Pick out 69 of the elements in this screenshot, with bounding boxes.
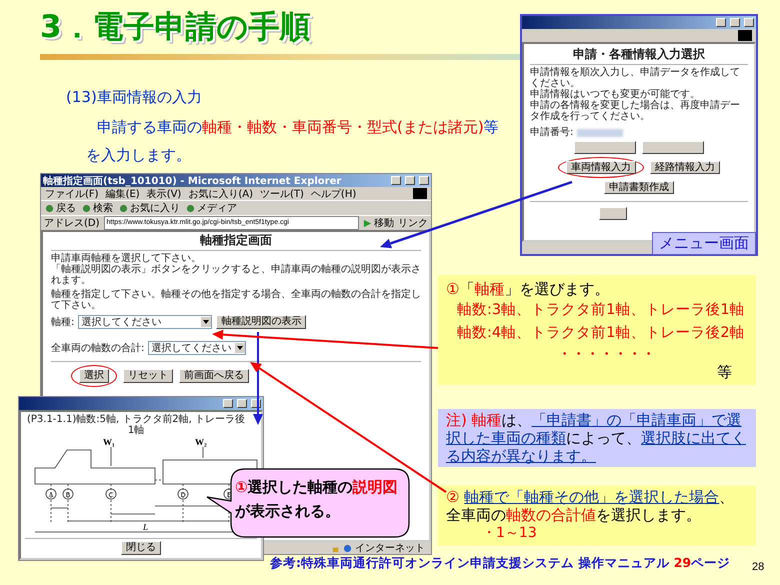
links-label[interactable]: リンク — [398, 216, 428, 230]
weight-label: W₂ — [195, 437, 207, 447]
field-label: 軸種: — [51, 316, 74, 328]
window-button[interactable] — [642, 141, 704, 154]
menu-item[interactable]: ツール(T) — [260, 186, 304, 200]
section-heading: (13)車両情報の入力 — [66, 88, 202, 107]
length-label: L — [143, 522, 148, 532]
address-label: アドレス(D) — [44, 217, 100, 230]
field-label: 申請番号: — [530, 127, 574, 138]
range-text: ・1～13 — [481, 524, 538, 542]
window-button[interactable]: 車両情報入力 — [566, 161, 636, 174]
status-text: インターネット — [355, 542, 425, 555]
etc-text: 等 — [716, 363, 733, 382]
menu-item[interactable]: 表示(V) — [146, 186, 182, 200]
callout-heading: ①「軸種」を選びます。 — [446, 280, 610, 299]
example-text: 軸数:3軸、トラクタ前1軸、トレーラ後1軸 — [456, 301, 746, 320]
page-heading: 軸種指定画面 — [199, 235, 273, 246]
window-button[interactable]: 軸種説明図の表示 — [216, 315, 306, 329]
logo-icon — [738, 30, 752, 41]
toolbar-button[interactable]: 戻る — [45, 201, 76, 215]
window-button[interactable]: 申請書類作成 — [604, 181, 674, 194]
menu-item[interactable]: 編集(E) — [106, 186, 140, 200]
instruction-text: 申請の各情報を変更した場合は、再度申請データ作成を行ってください。 — [530, 100, 741, 122]
window-button[interactable] — [574, 141, 636, 154]
menu-item[interactable]: ファイル(F) — [45, 186, 99, 200]
example-text: 軸数:4軸、トラクタ前1軸、トレーラ後2軸 — [456, 324, 746, 343]
blurred-number — [577, 128, 624, 136]
instruction-text: 申請車両軸種を選択して下さい。 — [51, 253, 202, 264]
callout-text: ② 軸種で「軸種その他」を選択した場合、全車両の軸数の合計値を選択します。 — [446, 488, 736, 524]
dropdown[interactable]: 選択してください — [148, 341, 246, 355]
intro-text: 申請する車両の軸種・軸数・車両番号・型式(または諸元)等を入力します。 — [86, 117, 500, 166]
instruction-text: 申請情報はいつでも変更が可能です。 — [530, 89, 700, 100]
go-button[interactable]: 移動 — [363, 216, 394, 230]
field-label: 全車両の軸数の合計: — [51, 342, 144, 354]
diagram-caption: (P3.1-1.1)軸数:5軸, トラクタ前2軸, トレーラ後1軸 — [26, 414, 246, 436]
weight-label: W₁ — [103, 437, 115, 447]
window-button[interactable] — [599, 207, 627, 220]
close-button[interactable]: 閉じる — [121, 541, 161, 555]
window-button[interactable]: 経路情報入力 — [650, 161, 720, 174]
dot-icon — [45, 204, 54, 212]
dot-icon — [119, 204, 128, 212]
menu-item[interactable]: お気に入り(A) — [188, 186, 253, 200]
window-title: 軸種指定画面(tsb_101010) - Microsoft Internet Explorer — [43, 174, 342, 188]
dropdown-arrow-icon — [201, 317, 212, 327]
screen-label: メニュー画面 — [652, 232, 756, 255]
instruction-text: 申請情報を順次入力し、申請データを作成してください。 — [530, 67, 741, 89]
menu-item[interactable]: ヘルプ(H) — [310, 186, 356, 200]
toolbar-button[interactable]: 検索 — [82, 201, 113, 215]
play-icon — [363, 218, 372, 228]
toolbar-button[interactable]: お気に入り — [119, 201, 180, 215]
page-heading: 申請・各種情報入力選択 — [572, 49, 706, 60]
note-box: 注) 軸種は、「申請書」の「申請車両」で選択した車両の種類によって、選択肢に出てくる内容が異なります。 — [438, 409, 756, 467]
dot-icon — [82, 204, 91, 212]
dot-icon — [186, 204, 195, 212]
bubble-text: ①選択した軸種の説明図が表示される。 — [235, 477, 399, 522]
logo-icon — [413, 188, 427, 199]
reference-text: 参考:特殊車両通行許可オンライン申請支援システム 操作マニュアル 29ページ — [270, 555, 730, 572]
toolbar-button[interactable]: メディア — [186, 201, 237, 215]
window-button[interactable]: リセット — [123, 369, 173, 383]
ellipsis-text: ・・・・・・・ — [557, 346, 657, 363]
globe-icon — [343, 544, 352, 552]
window-button[interactable]: 前画面へ戻る — [179, 369, 249, 383]
page-number: 28 — [752, 561, 764, 573]
instruction-text: 「軸種説明図の表示」ボタンをクリックすると、申請車両の軸種の説明図が表示されます。 — [51, 264, 421, 286]
slide-title: 3．電子申請の手順 — [40, 8, 311, 47]
dropdown-arrow-icon — [235, 343, 246, 353]
instruction-text: 軸種を指定して下さい。軸種その他を指定する場合、全車両の軸数の合計を指定して下さい。 — [51, 289, 421, 311]
dropdown[interactable]: 選択してください — [78, 315, 212, 329]
window-button[interactable]: 選択 — [79, 369, 109, 383]
